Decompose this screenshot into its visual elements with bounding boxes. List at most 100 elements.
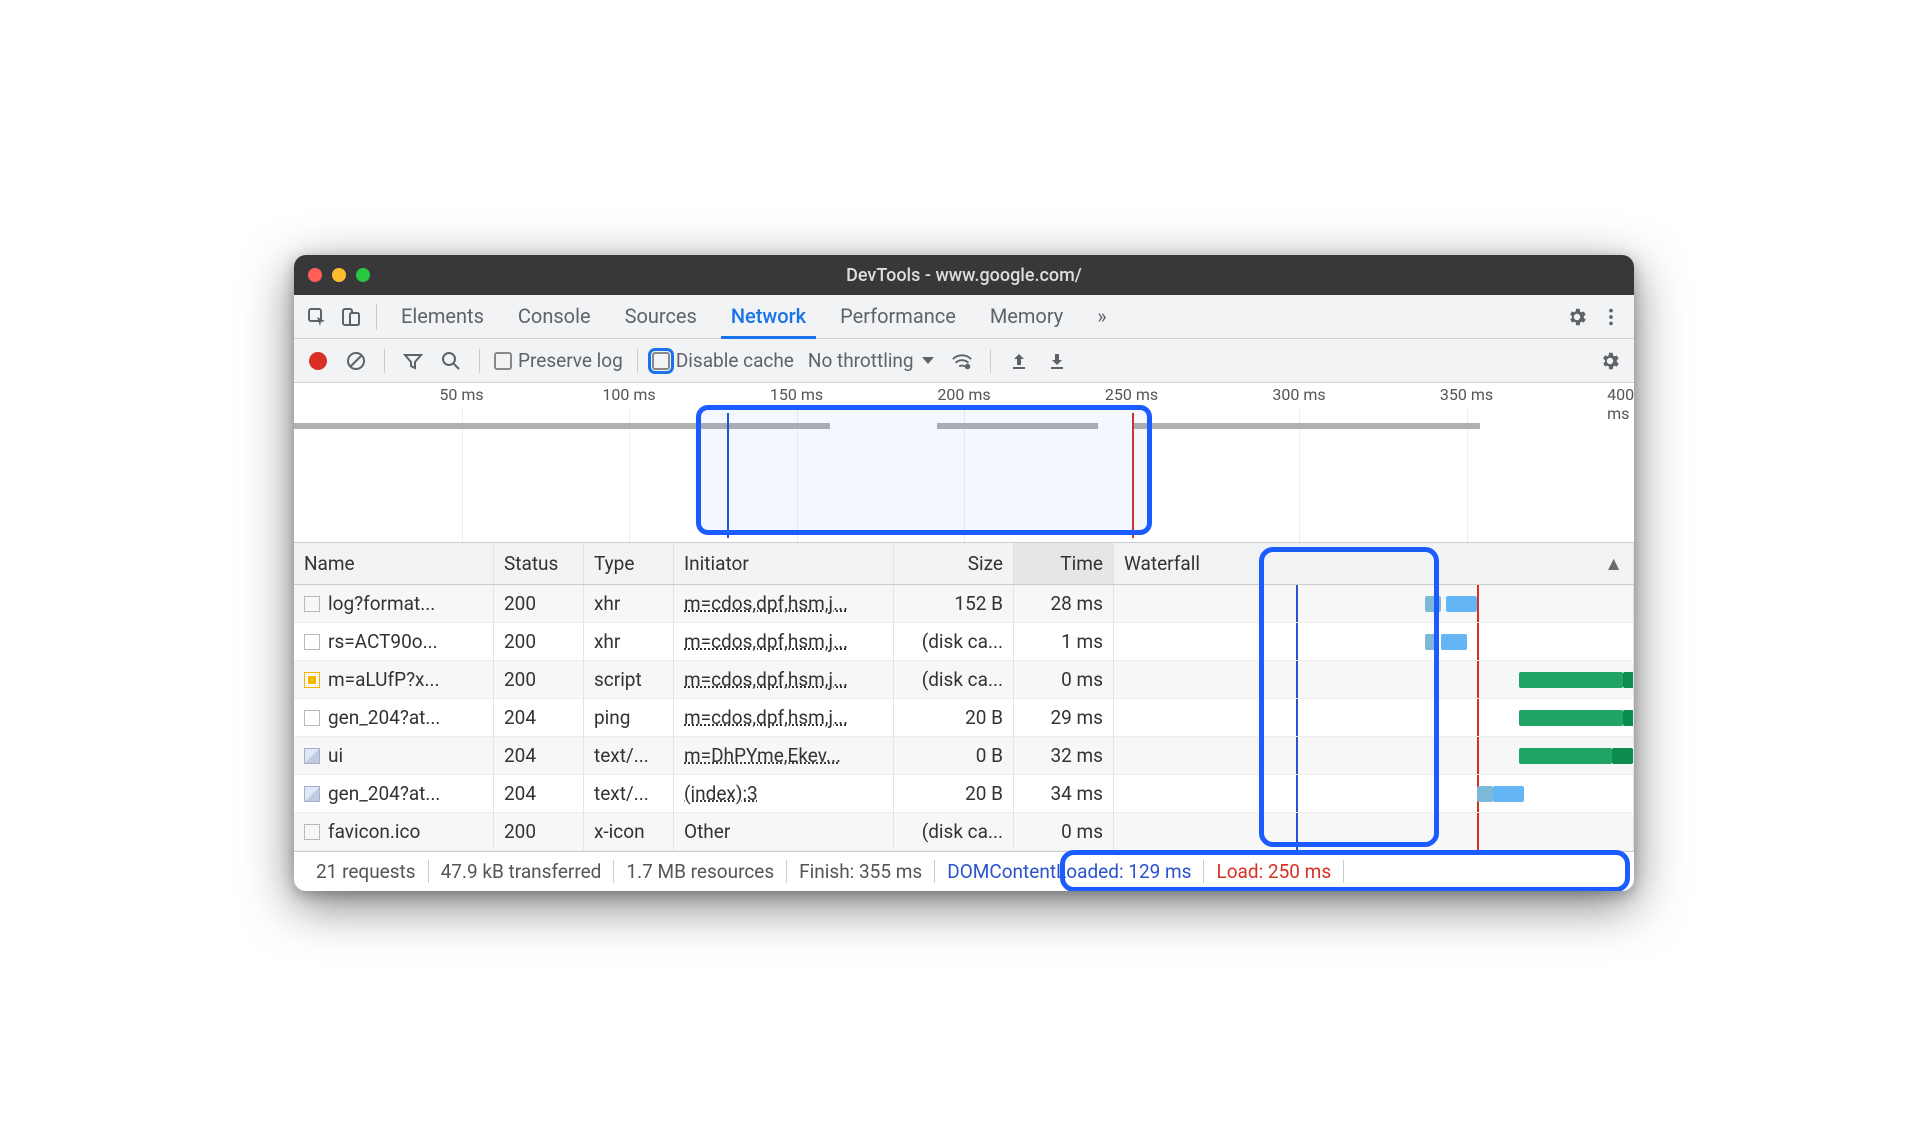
tab-elements[interactable]: Elements <box>391 294 494 339</box>
network-settings-icon[interactable] <box>1596 347 1624 375</box>
kebab-icon[interactable] <box>1596 302 1626 332</box>
cell-status: 200 <box>494 813 584 850</box>
cell-size: (disk ca... <box>894 623 1014 660</box>
tick: 250 ms <box>1105 385 1158 404</box>
traffic-lights <box>308 268 370 282</box>
cell-time: 34 ms <box>1014 775 1114 812</box>
close-icon[interactable] <box>308 268 322 282</box>
cell-waterfall <box>1114 813 1634 850</box>
table-row[interactable]: log?format... 200 xhr m=cdos,dpf,hsm,j..… <box>294 585 1634 623</box>
tab-memory[interactable]: Memory <box>980 294 1073 339</box>
cell-size: 152 B <box>894 585 1014 622</box>
throttling-select[interactable]: No throttling <box>804 349 938 372</box>
panel-tabs: Elements Console Sources Network Perform… <box>391 294 1117 339</box>
file-icon <box>304 786 320 802</box>
col-status[interactable]: Status <box>494 543 584 584</box>
cell-size: 20 B <box>894 775 1014 812</box>
cell-name: m=aLUfP?x... <box>294 661 494 698</box>
tick: 300 ms <box>1272 385 1325 404</box>
table-row[interactable]: gen_204?at... 204 text/... (index):3 20 … <box>294 775 1634 813</box>
overview-pane[interactable]: 50 ms 100 ms 150 ms 200 ms 250 ms 300 ms… <box>294 383 1634 543</box>
cell-name: ui <box>294 737 494 774</box>
cell-initiator[interactable]: m=cdos,dpf,hsm,j... <box>674 585 894 622</box>
cell-type: xhr <box>584 623 674 660</box>
status-load: Load: 250 ms <box>1204 860 1344 883</box>
col-type[interactable]: Type <box>584 543 674 584</box>
cell-time: 32 ms <box>1014 737 1114 774</box>
status-requests: 21 requests <box>304 860 429 883</box>
maximize-icon[interactable] <box>356 268 370 282</box>
file-icon <box>304 710 320 726</box>
cell-waterfall <box>1114 737 1634 774</box>
disable-cache-label: Disable cache <box>676 349 794 372</box>
device-toggle-icon[interactable] <box>336 302 366 332</box>
col-time[interactable]: Time <box>1014 543 1114 584</box>
tick: 400 ms <box>1607 385 1634 423</box>
col-size[interactable]: Size <box>894 543 1014 584</box>
cell-status: 204 <box>494 737 584 774</box>
status-dcl: DOMContentLoaded: 129 ms <box>935 860 1204 883</box>
cell-waterfall <box>1114 775 1634 812</box>
tab-console[interactable]: Console <box>508 294 601 339</box>
sort-arrow-icon: ▲ <box>1604 552 1623 576</box>
cell-time: 0 ms <box>1014 661 1114 698</box>
upload-har-icon[interactable] <box>1005 347 1033 375</box>
cell-status: 204 <box>494 775 584 812</box>
preserve-log-label: Preserve log <box>518 349 623 372</box>
filter-icon[interactable] <box>399 347 427 375</box>
cell-status: 200 <box>494 661 584 698</box>
tab-sources[interactable]: Sources <box>615 294 707 339</box>
network-conditions-icon[interactable] <box>948 347 976 375</box>
cell-initiator[interactable]: m=cdos,dpf,hsm,j... <box>674 661 894 698</box>
col-initiator[interactable]: Initiator <box>674 543 894 584</box>
cell-waterfall <box>1114 623 1634 660</box>
status-bar: 21 requests 47.9 kB transferred 1.7 MB r… <box>294 851 1634 891</box>
cell-type: script <box>584 661 674 698</box>
file-icon <box>304 824 320 840</box>
clear-icon[interactable] <box>342 347 370 375</box>
dcl-line <box>727 413 729 538</box>
tab-network[interactable]: Network <box>721 294 816 339</box>
file-icon <box>304 748 320 764</box>
tab-more[interactable]: » <box>1087 294 1116 339</box>
col-waterfall-label: Waterfall <box>1124 552 1200 575</box>
table-row[interactable]: m=aLUfP?x... 200 script m=cdos,dpf,hsm,j… <box>294 661 1634 699</box>
table-row[interactable]: gen_204?at... 204 ping m=cdos,dpf,hsm,j.… <box>294 699 1634 737</box>
cell-initiator[interactable]: m=cdos,dpf,hsm,j... <box>674 699 894 736</box>
table-row[interactable]: favicon.ico 200 x-icon Other (disk ca...… <box>294 813 1634 851</box>
cell-type: ping <box>584 699 674 736</box>
disable-cache-checkbox[interactable]: Disable cache <box>652 349 794 372</box>
tick: 50 ms <box>439 385 483 404</box>
table-row[interactable]: rs=ACT90o... 200 xhr m=cdos,dpf,hsm,j...… <box>294 623 1634 661</box>
preserve-log-checkbox[interactable]: Preserve log <box>494 349 623 372</box>
record-button[interactable] <box>304 347 332 375</box>
inspect-icon[interactable] <box>302 302 332 332</box>
cell-waterfall <box>1114 661 1634 698</box>
col-name[interactable]: Name <box>294 543 494 584</box>
download-har-icon[interactable] <box>1043 347 1071 375</box>
tab-performance[interactable]: Performance <box>830 294 966 339</box>
cell-time: 1 ms <box>1014 623 1114 660</box>
cell-waterfall <box>1114 699 1634 736</box>
cell-initiator[interactable]: Other <box>674 813 894 850</box>
cell-type: text/... <box>584 775 674 812</box>
cell-status: 200 <box>494 585 584 622</box>
requests-table: Name Status Type Initiator Size Time Wat… <box>294 543 1634 851</box>
table-row[interactable]: ui 204 text/... m=DhPYme,Ekev... 0 B 32 … <box>294 737 1634 775</box>
minimize-icon[interactable] <box>332 268 346 282</box>
cell-size: 0 B <box>894 737 1014 774</box>
search-icon[interactable] <box>437 347 465 375</box>
cell-type: text/... <box>584 737 674 774</box>
gear-icon[interactable] <box>1562 302 1592 332</box>
cell-type: x-icon <box>584 813 674 850</box>
cell-status: 204 <box>494 699 584 736</box>
file-icon <box>304 672 320 688</box>
divider <box>376 304 377 330</box>
file-icon <box>304 596 320 612</box>
cell-initiator[interactable]: (index):3 <box>674 775 894 812</box>
cell-initiator[interactable]: m=cdos,dpf,hsm,j... <box>674 623 894 660</box>
status-resources: 1.7 MB resources <box>614 860 787 883</box>
cell-initiator[interactable]: m=DhPYme,Ekev... <box>674 737 894 774</box>
col-waterfall[interactable]: Waterfall ▲ <box>1114 543 1634 584</box>
titlebar: DevTools - www.google.com/ <box>294 255 1634 295</box>
